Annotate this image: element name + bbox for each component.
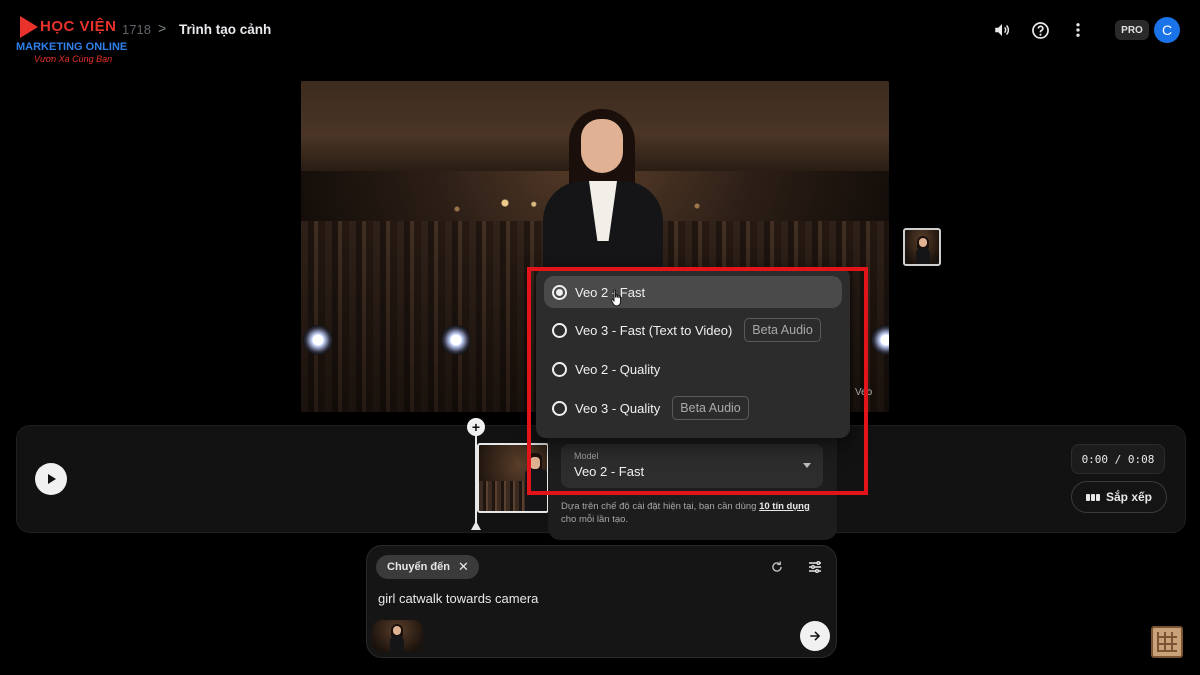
model-dropdown-menu: Veo 2 - Fast Veo 3 - Fast (Text to Video… [536, 268, 850, 438]
send-button[interactable] [800, 621, 830, 651]
model-option-label: Veo 2 - Quality [575, 361, 661, 377]
help-icon[interactable] [1029, 19, 1051, 41]
model-option-label: Veo 3 - Fast (Text to Video) [575, 322, 733, 338]
arrange-label: Sắp xếp [1105, 490, 1153, 504]
veo-watermark: Veo [855, 387, 873, 398]
spotlight-center [441, 325, 471, 355]
hand-cursor-icon [610, 289, 621, 307]
refresh-icon[interactable] [768, 558, 786, 576]
logo-play-icon [20, 16, 38, 38]
breadcrumb-chevron-icon: > [158, 20, 167, 36]
brand-logo: HỌC VIỆN MARKETING ONLINE Vươn Xa Cùng B… [14, 14, 134, 66]
arrange-icon [1085, 493, 1100, 501]
prompt-input[interactable]: girl catwalk towards camera [378, 591, 538, 606]
beta-audio-badge: Beta Audio [744, 318, 821, 342]
logo-line1: HỌC VIỆN [40, 18, 117, 35]
model-select-value: Veo 2 - Fast [574, 464, 645, 479]
model-option-veo3-quality[interactable]: Veo 3 - Quality Beta Audio [544, 392, 842, 424]
model-option-veo3-fast[interactable]: Veo 3 - Fast (Text to Video) Beta Audio [544, 314, 842, 346]
arrow-right-icon [810, 631, 821, 641]
dropdown-caret-icon [803, 463, 811, 468]
prompt-image-thumbnail[interactable] [372, 620, 423, 652]
preview-presenter [541, 109, 665, 289]
play-button[interactable] [35, 463, 67, 495]
radio-icon [552, 322, 567, 338]
radio-icon [552, 400, 567, 416]
arrange-button[interactable]: Sắp xếp [1071, 481, 1167, 513]
avatar[interactable]: C [1154, 17, 1180, 43]
timeline-clip[interactable] [477, 443, 549, 513]
credit-link[interactable]: 10 tín dụng [759, 501, 810, 512]
scene-thumbnail[interactable] [903, 228, 941, 266]
time-display: 0:00 / 0:08 [1071, 444, 1165, 474]
jump-to-chip[interactable]: Chuyển đến ✕ [376, 555, 479, 579]
model-option-veo2-quality[interactable]: Veo 2 - Quality [544, 353, 842, 385]
logo-line2: MARKETING ONLINE [16, 41, 128, 53]
credit-note: Dựa trên chế độ cài đặt hiện tại, bạn cầ… [561, 501, 810, 525]
breadcrumb-project[interactable]: 1718 [122, 22, 151, 37]
spotlight-left [303, 325, 333, 355]
play-icon [48, 474, 56, 484]
model-select[interactable]: Model Veo 2 - Fast [561, 444, 823, 488]
volume-icon[interactable] [991, 19, 1013, 41]
app-corner-icon [1151, 626, 1183, 658]
model-select-caption: Model [574, 451, 599, 461]
add-clip-button[interactable]: + [467, 418, 485, 436]
logo-tagline: Vươn Xa Cùng Bạn [34, 54, 113, 64]
radio-selected-icon [552, 284, 567, 300]
chip-label: Chuyển đến [387, 561, 450, 573]
model-option-veo2-fast[interactable]: Veo 2 - Fast [544, 276, 842, 308]
tune-icon[interactable] [806, 558, 824, 576]
playhead[interactable] [475, 433, 477, 529]
beta-audio-badge: Beta Audio [672, 396, 749, 420]
plan-badge: PRO [1115, 20, 1149, 40]
playhead-handle-icon[interactable] [471, 521, 481, 530]
model-option-label: Veo 3 - Quality [575, 400, 661, 416]
close-icon[interactable]: ✕ [458, 559, 469, 575]
more-vert-icon[interactable] [1067, 19, 1089, 41]
page-title: Trình tạo cảnh [179, 22, 272, 37]
radio-icon [552, 361, 567, 377]
